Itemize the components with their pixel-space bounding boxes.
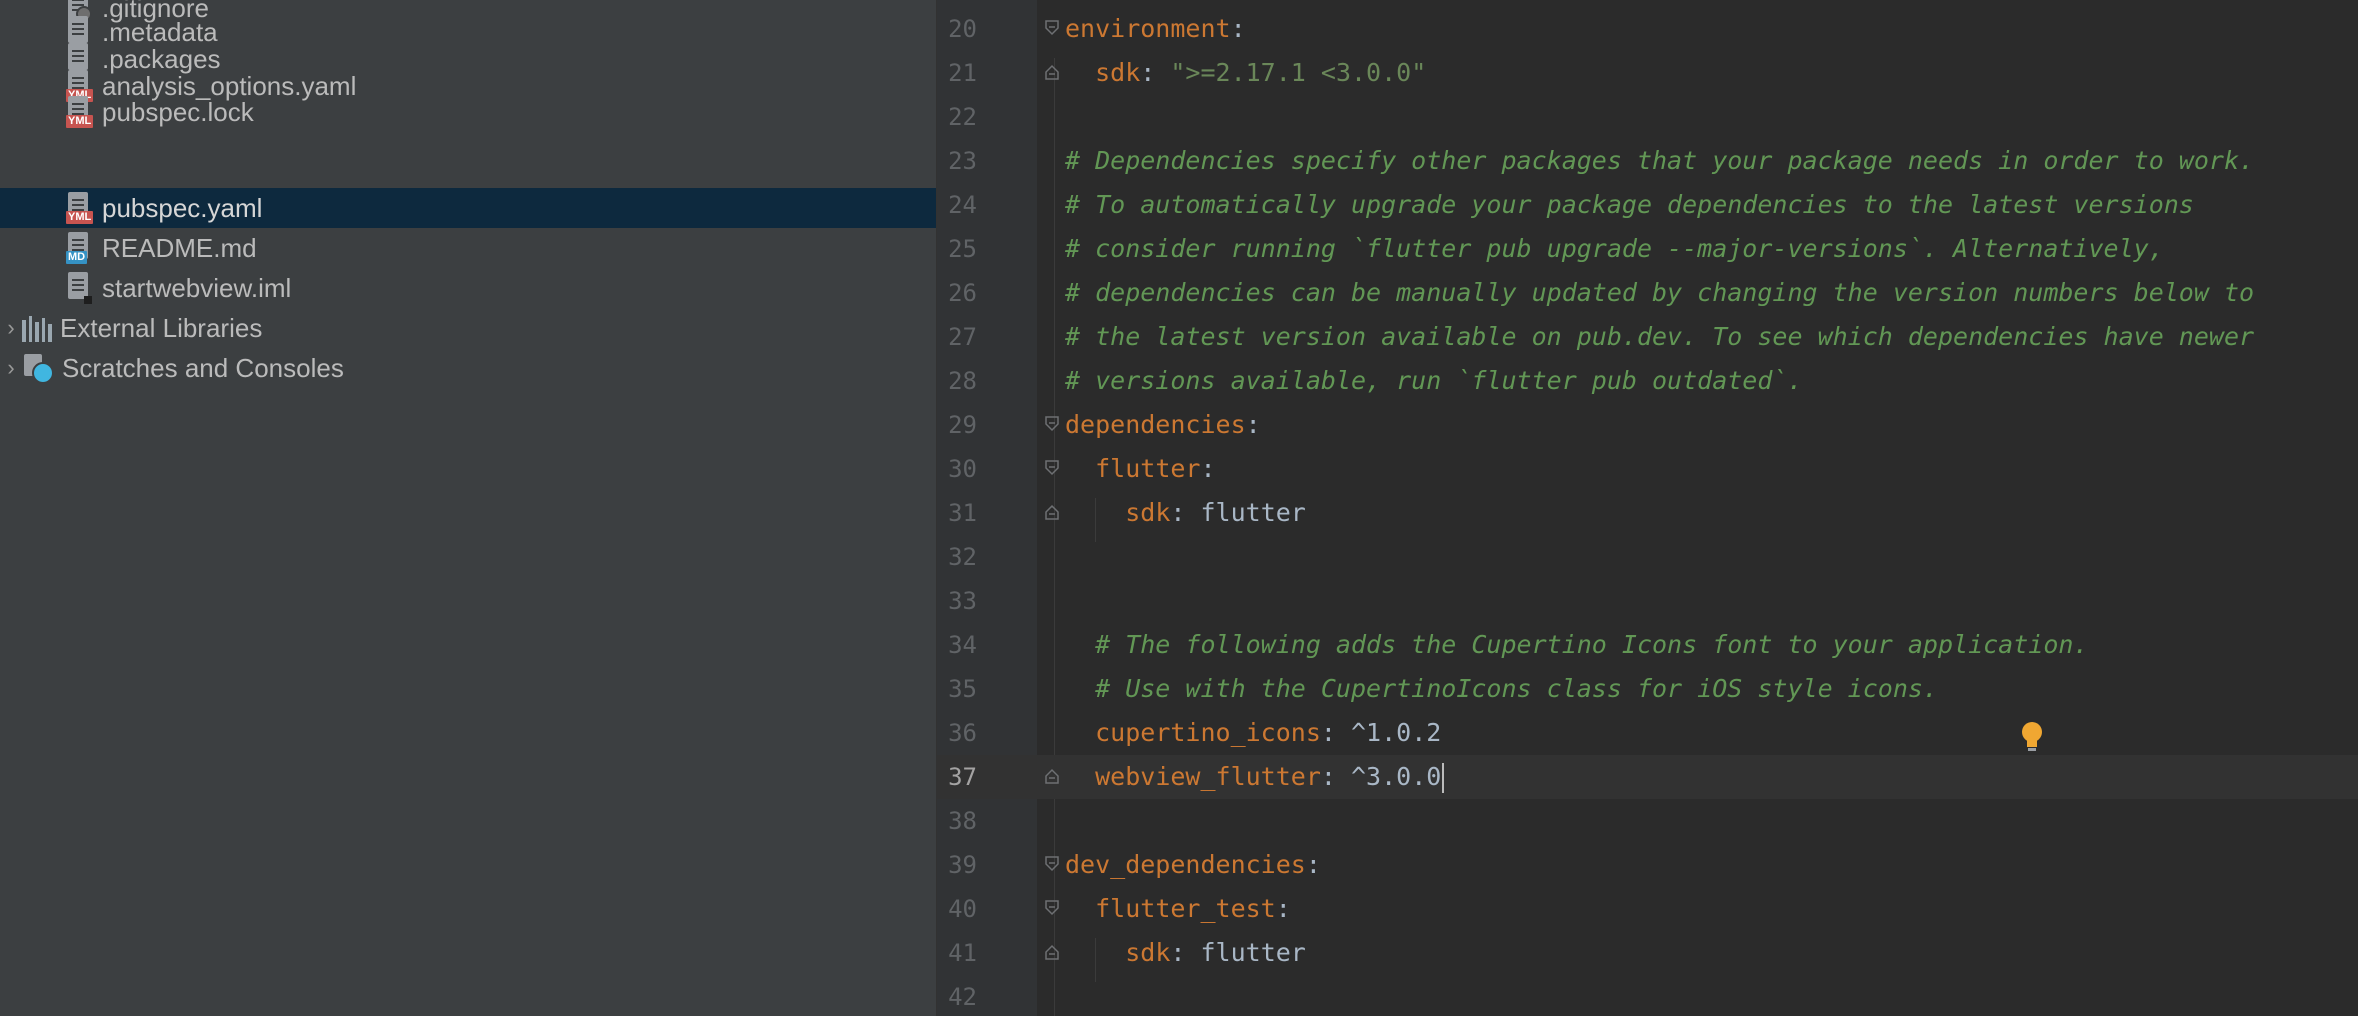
code-line[interactable]: 24 # To automatically upgrade your packa… <box>937 183 2358 227</box>
chevron-right-icon[interactable]: › <box>0 355 22 381</box>
line-number: 28 <box>948 367 977 395</box>
line-number: 41 <box>948 939 977 967</box>
library-icon <box>22 314 52 342</box>
fold-close-icon[interactable] <box>1045 944 1059 960</box>
code-text: dev_dependencies: <box>1065 850 1321 879</box>
fold-open-icon[interactable] <box>1045 20 1059 36</box>
code-line[interactable]: 38 <box>937 799 2358 843</box>
code-line[interactable]: 40 flutter_test: <box>937 887 2358 931</box>
tree-item-label: startwebview.iml <box>102 272 292 303</box>
code-text: sdk: flutter <box>1125 498 1306 527</box>
code-line[interactable]: 27 # the latest version available on pub… <box>937 315 2358 359</box>
fold-close-icon[interactable] <box>1045 768 1059 784</box>
line-number: 33 <box>948 587 977 615</box>
line-number: 29 <box>948 411 977 439</box>
tree-item-external-libraries[interactable]: › External Libraries <box>0 308 936 348</box>
line-number: 26 <box>948 279 977 307</box>
code-text: flutter: <box>1095 454 1216 483</box>
code-line[interactable]: 23 # Dependencies specify other packages… <box>937 139 2358 183</box>
line-number: 34 <box>948 631 977 659</box>
code-line[interactable]: 26 # dependencies can be manually update… <box>937 271 2358 315</box>
tree-item-pubspec-lock[interactable]: YML pubspec.lock <box>0 92 936 132</box>
code-line[interactable]: 21 sdk: ">=2.17.1 <3.0.0" <box>937 51 2358 95</box>
tree-item-label: pubspec.yaml <box>102 192 263 223</box>
markdown-file-icon: MD <box>66 232 92 264</box>
tree-item-scratches[interactable]: › Scratches and Consoles <box>0 348 936 388</box>
fold-open-icon[interactable] <box>1045 416 1059 432</box>
code-line[interactable]: 28 # versions available, run `flutter pu… <box>937 359 2358 403</box>
code-text: flutter_test: <box>1095 894 1291 923</box>
chevron-right-icon[interactable]: › <box>0 315 22 341</box>
code-line[interactable]: 31 sdk: flutter <box>937 491 2358 535</box>
code-line[interactable]: 33 <box>937 579 2358 623</box>
line-number: 21 <box>948 59 977 87</box>
code-text: cupertino_icons: ^1.0.2 <box>1095 718 1442 747</box>
line-number: 27 <box>948 323 977 351</box>
code-line[interactable]: 34 # The following adds the Cupertino Ic… <box>937 623 2358 667</box>
fold-open-icon[interactable] <box>1045 900 1059 916</box>
line-number: 23 <box>948 147 977 175</box>
line-number: 22 <box>948 103 977 131</box>
code-comment: # the latest version available on pub.de… <box>1065 322 2255 351</box>
code-comment: # Dependencies specify other packages th… <box>1065 146 2255 175</box>
code-comment: # The following adds the Cupertino Icons… <box>1065 630 2089 659</box>
line-number: 40 <box>948 895 977 923</box>
tree-item-label: pubspec.lock <box>102 96 254 127</box>
code-editor[interactable]: 20 environment: 21 sdk: ">=2.17.1 <3.0.0… <box>937 0 2358 1016</box>
fold-close-icon[interactable] <box>1045 504 1059 520</box>
line-number: 32 <box>948 543 977 571</box>
code-line[interactable]: 30 flutter: <box>937 447 2358 491</box>
scratches-icon <box>22 352 56 384</box>
tree-item-label: External Libraries <box>60 312 263 343</box>
tree-item-label: Scratches and Consoles <box>62 352 344 383</box>
line-number: 20 <box>948 15 977 43</box>
code-line[interactable]: 25 # consider running `flutter pub upgra… <box>937 227 2358 271</box>
code-comment: # dependencies can be manually updated b… <box>1065 278 2255 307</box>
code-line[interactable]: 36 cupertino_icons: ^1.0.2 <box>937 711 2358 755</box>
code-line[interactable]: 32 <box>937 535 2358 579</box>
code-text: sdk: ">=2.17.1 <3.0.0" <box>1095 58 1427 87</box>
code-line[interactable]: 22 <box>937 95 2358 139</box>
code-line[interactable]: 20 environment: <box>937 7 2358 51</box>
code-comment: # consider running `flutter pub upgrade … <box>1065 234 2164 263</box>
tree-item-iml[interactable]: startwebview.iml <box>0 268 936 308</box>
line-number: 31 <box>948 499 977 527</box>
code-comment: # versions available, run `flutter pub o… <box>1065 366 1803 395</box>
line-number: 25 <box>948 235 977 263</box>
code-line[interactable]: 39 dev_dependencies: <box>937 843 2358 887</box>
code-line[interactable]: 35 # Use with the CupertinoIcons class f… <box>937 667 2358 711</box>
line-number: 37 <box>948 763 977 791</box>
fold-open-icon[interactable] <box>1045 460 1059 476</box>
code-text: webview_flutter: ^3.0.0 <box>1065 755 1445 799</box>
code-text: sdk: flutter <box>1125 938 1306 967</box>
line-number: 42 <box>948 983 977 1011</box>
line-number: 35 <box>948 675 977 703</box>
code-line[interactable]: 41 sdk: flutter <box>937 931 2358 975</box>
lightbulb-intention-icon[interactable] <box>2019 720 2045 756</box>
iml-file-icon <box>66 272 92 304</box>
fold-close-icon[interactable] <box>1045 64 1059 80</box>
code-line[interactable]: 29 dependencies: <box>937 403 2358 447</box>
tree-item-pubspec-yaml[interactable]: YML pubspec.yaml <box>0 188 936 228</box>
yaml-file-icon: YML <box>66 96 94 128</box>
code-comment: # To automatically upgrade your package … <box>1065 190 2194 219</box>
fold-open-icon[interactable] <box>1045 856 1059 872</box>
code-line[interactable]: 42 <box>937 975 2358 1016</box>
line-number: 24 <box>948 191 977 219</box>
code-text: environment: <box>1065 14 1246 43</box>
yaml-file-icon: YML <box>66 192 94 224</box>
text-caret <box>1442 763 1445 793</box>
project-tool-window: .gitignore .metadata .packages YML analy… <box>0 0 936 1016</box>
code-line-current[interactable]: 37 webview_flutter: ^3.0.0 <box>937 755 2358 799</box>
tree-item-readme[interactable]: MD README.md <box>0 228 936 268</box>
line-number: 39 <box>948 851 977 879</box>
line-number: 38 <box>948 807 977 835</box>
code-comment: # Use with the CupertinoIcons class for … <box>1065 674 1938 703</box>
line-number: 30 <box>948 455 977 483</box>
code-text: dependencies: <box>1065 410 1261 439</box>
line-number: 36 <box>948 719 977 747</box>
tree-item-label: README.md <box>102 232 257 263</box>
